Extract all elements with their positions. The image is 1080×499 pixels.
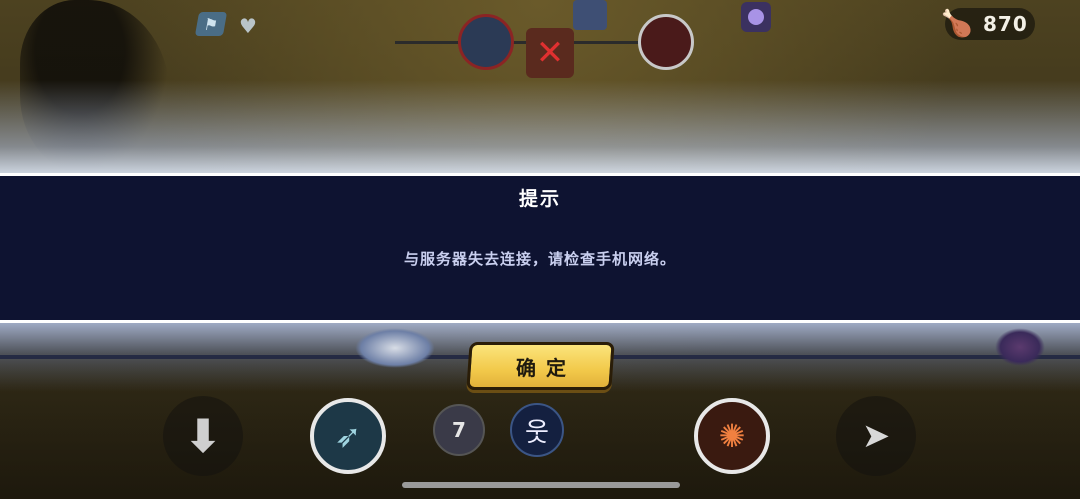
dialog-message: 与服务器失去连接，请检查手机网络。 [403,250,676,268]
home-indicator[interactable] [402,482,680,488]
currency-amount: 870 [983,12,1028,36]
dialog-title: 提示 [518,188,561,210]
dash-skill-icon[interactable]: ➤ [836,396,916,476]
defeated-portrait-icon: ✕ [526,28,574,78]
bat-creature [995,328,1045,366]
connection-lost-dialog: 提示 与服务器失去连接，请检查手机网络。 [0,173,1080,323]
scene-fog-top [0,80,1080,175]
versus-bar [395,41,645,44]
purple-orb-icon[interactable] [741,2,771,32]
down-arrow-icon[interactable]: ⬇ [163,396,243,476]
drumstick-icon: 🍗 [940,9,974,39]
cooldown-value: 7 [452,418,466,442]
flag-icon[interactable]: ⚑ [194,12,228,36]
confirm-button[interactable]: 确定 [466,342,615,390]
confirm-button-label: 确定 [515,355,576,380]
stickman-skill-icon[interactable]: 웃 [510,403,564,457]
heart-plus-icon[interactable]: ♥ [234,14,262,38]
bird-creature [355,328,435,368]
demon-portrait-icon [638,14,694,70]
cooldown-skill-icon[interactable]: 7 [433,404,485,456]
enemy-flag-icon [573,0,607,30]
currency-counter[interactable]: 🍗 870 [941,8,1035,40]
fire-skill-icon[interactable]: ✺ [694,398,770,474]
dragon-portrait-icon [458,14,514,70]
bow-skill-icon[interactable]: ➶ [310,398,386,474]
